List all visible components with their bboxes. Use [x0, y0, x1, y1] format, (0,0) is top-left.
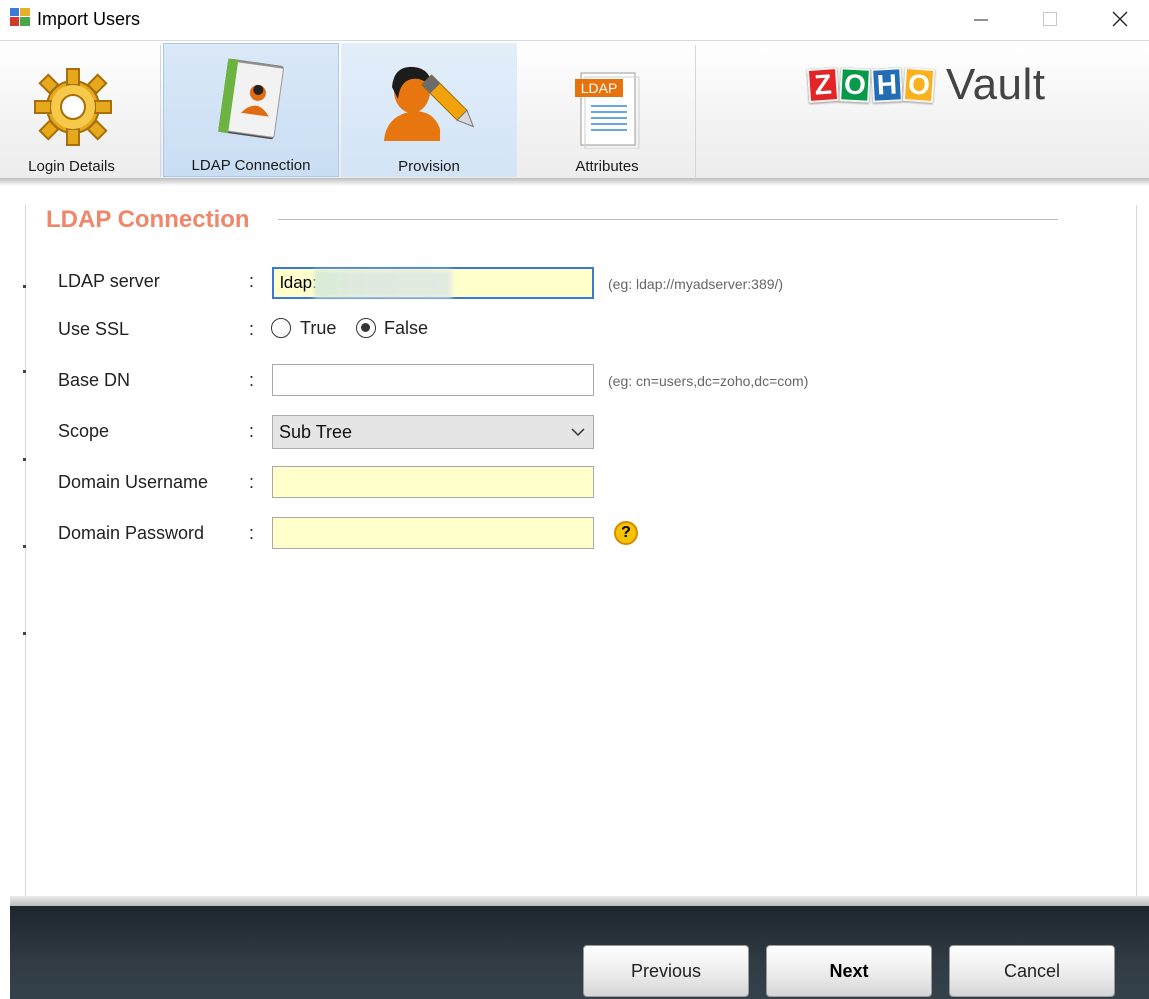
redacted-value — [314, 270, 452, 298]
domain-password-label: Domain Password — [58, 523, 205, 543]
edge-marker — [23, 545, 26, 548]
user-edit-icon — [384, 66, 475, 141]
edge-marker — [23, 632, 26, 635]
base-dn-hint: (eg: cn=users,dc=zoho,dc=com) — [608, 373, 809, 389]
colon: : — [249, 319, 255, 339]
zoho-vault-logo: Z O H O Vault — [806, 60, 1046, 109]
maximize-icon — [1043, 12, 1057, 26]
wizard-toolbar: Login Details LDAP Connection Provision … — [0, 40, 1149, 180]
address-book-icon — [218, 58, 284, 140]
footer-separator — [10, 896, 1149, 906]
logo-letter: Z — [806, 66, 840, 104]
chevron-down-icon — [571, 428, 585, 437]
colon: : — [249, 523, 255, 543]
logo-letter: O — [902, 66, 936, 104]
domain-username-input[interactable] — [272, 466, 594, 498]
colon: : — [249, 370, 255, 390]
scope-select[interactable]: Sub Tree — [272, 415, 594, 449]
domain-username-label: Domain Username — [58, 472, 209, 492]
ssl-false-label[interactable]: False — [384, 318, 428, 339]
tab-login-details[interactable]: Login Details — [0, 43, 161, 177]
cancel-button[interactable]: Cancel — [949, 945, 1115, 997]
colon: : — [249, 421, 255, 441]
title-bar: Import Users — [0, 0, 1149, 40]
previous-button[interactable]: Previous — [583, 945, 749, 997]
ldap-server-label: LDAP server — [58, 271, 160, 291]
minimize-button[interactable] — [958, 0, 1004, 38]
tab-provision[interactable]: Provision — [341, 43, 517, 177]
ldap-document-icon: LDAP — [575, 72, 640, 149]
scope-label: Scope — [58, 421, 110, 441]
logo-letter: H — [871, 67, 903, 103]
tab-divider — [695, 45, 696, 177]
app-icon — [10, 8, 30, 26]
colon: : — [249, 271, 255, 291]
logo-product-name: Vault — [946, 60, 1046, 109]
gear-icon — [34, 68, 112, 146]
edge-marker — [23, 370, 26, 373]
content-panel — [25, 205, 1137, 900]
edge-marker — [23, 285, 26, 288]
ssl-true-label[interactable]: True — [300, 318, 336, 339]
domain-password-input[interactable] — [272, 517, 594, 549]
tab-label: LDAP Connection — [191, 157, 311, 174]
colon: : — [249, 472, 255, 492]
tab-ldap-connection[interactable]: LDAP Connection — [163, 43, 339, 177]
ldap-server-hint: (eg: ldap://myadserver:389/) — [608, 276, 784, 292]
ssl-true-radio[interactable] — [271, 318, 291, 338]
toolbar-shadow — [0, 178, 1149, 186]
help-icon[interactable]: ? — [614, 521, 638, 545]
close-icon — [1112, 11, 1128, 27]
maximize-button[interactable] — [1027, 0, 1073, 38]
edge-marker — [23, 458, 26, 461]
use-ssl-label: Use SSL — [58, 319, 130, 339]
ldap-badge: LDAP — [581, 80, 618, 96]
window-title: Import Users — [37, 9, 141, 29]
tab-attributes[interactable]: LDAP Attributes — [519, 43, 695, 177]
logo-letter: O — [839, 67, 871, 103]
tab-label: Attributes — [575, 158, 639, 175]
base-dn-label: Base DN — [58, 370, 131, 390]
tab-label: Login Details — [28, 158, 115, 175]
section-title: LDAP Connection — [46, 206, 250, 233]
tab-label: Provision — [398, 158, 460, 175]
scope-selected-value: Sub Tree — [279, 422, 353, 442]
base-dn-input[interactable] — [272, 364, 594, 396]
tab-divider — [160, 45, 161, 177]
section-divider — [278, 219, 1058, 220]
close-button[interactable] — [1097, 0, 1143, 38]
next-button[interactable]: Next — [766, 945, 932, 997]
minimize-icon — [974, 19, 988, 21]
ssl-false-radio[interactable] — [356, 318, 376, 338]
